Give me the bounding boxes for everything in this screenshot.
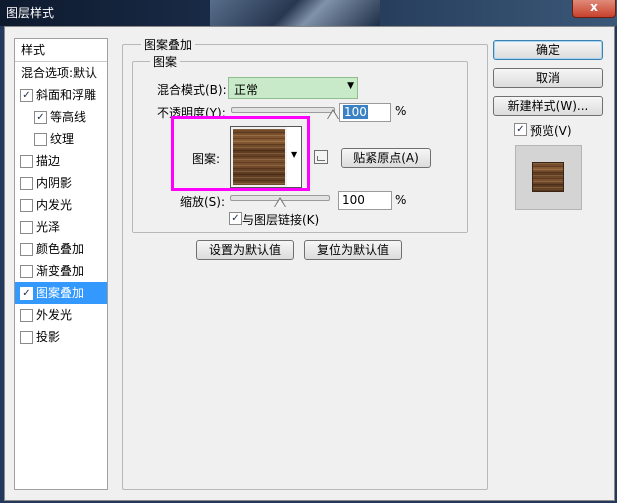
style-checkbox[interactable] — [20, 177, 33, 190]
snap-to-origin-button[interactable]: 贴紧原点(A) — [341, 148, 431, 168]
style-checkbox[interactable]: ✓ — [20, 287, 33, 300]
styles-list: 样式 混合选项:默认 ✓ 斜面和浮雕 ✓ 等高线纹理描边内阴影内发光光泽颜色叠加渐变叠加… — [14, 38, 108, 490]
checkmark-icon: ✓ — [22, 90, 31, 101]
pattern-overlay-group-title: 图案叠加 — [141, 36, 196, 53]
preview-label: 预览(V) — [530, 124, 572, 138]
checkmark-icon: ✓ — [22, 288, 31, 299]
style-checkbox[interactable] — [20, 243, 33, 256]
scale-slider-thumb[interactable] — [274, 197, 286, 207]
style-label: 渐变叠加 — [36, 264, 85, 278]
link-with-layer-label: 与图层链接(K) — [242, 213, 320, 227]
list-item[interactable]: 渐变叠加 — [15, 260, 107, 282]
style-label: 图案叠加 — [36, 286, 85, 300]
style-label: 颜色叠加 — [36, 242, 85, 256]
new-style-button[interactable]: 新建样式(W)... — [493, 96, 603, 116]
style-checkbox[interactable]: ✓ — [20, 89, 33, 102]
pattern-highlight-outline — [171, 116, 310, 191]
link-with-layer-checkbox[interactable]: ✓ — [229, 212, 242, 225]
list-item[interactable]: 投影 — [15, 326, 107, 348]
style-label: 内发光 — [36, 198, 73, 212]
scale-label: 缩放(S): — [180, 195, 226, 209]
style-checkbox[interactable]: ✓ — [34, 111, 47, 124]
checkmark-icon: ✓ — [516, 124, 525, 135]
blend-mode-label: 混合模式(B): — [157, 83, 227, 97]
style-label: 纹理 — [50, 132, 75, 146]
list-item[interactable]: 内阴影 — [15, 172, 107, 194]
styles-list-header[interactable]: 样式 — [15, 39, 107, 61]
preview-checkbox[interactable]: ✓ — [514, 123, 527, 136]
window-title: 图层样式 — [6, 6, 55, 20]
title-bar: 图层样式 x — [0, 0, 617, 26]
style-label: 外发光 — [36, 308, 73, 322]
list-item[interactable]: 描边 — [15, 150, 107, 172]
style-checkbox[interactable] — [20, 199, 33, 212]
style-label: 等高线 — [50, 110, 87, 124]
opacity-slider[interactable] — [231, 107, 335, 113]
list-item[interactable]: 外发光 — [15, 304, 107, 326]
style-checkbox[interactable] — [20, 265, 33, 278]
style-checkbox[interactable] — [20, 155, 33, 168]
close-icon: x — [590, 0, 598, 14]
style-label: 内阴影 — [36, 176, 73, 190]
list-item[interactable]: 混合选项:默认 — [15, 62, 107, 84]
background-image-strip — [210, 0, 380, 26]
style-label: 描边 — [36, 154, 61, 168]
opacity-input[interactable]: 100 — [339, 103, 391, 122]
close-button[interactable]: x — [572, 0, 616, 18]
checkmark-icon: ✓ — [36, 112, 45, 123]
scale-input[interactable]: 100 — [338, 191, 392, 210]
blend-mode-select[interactable]: 正常 ▼ — [228, 77, 358, 99]
list-item[interactable]: 内发光 — [15, 194, 107, 216]
opacity-slider-thumb[interactable] — [327, 109, 339, 119]
checkmark-icon: ✓ — [231, 213, 240, 224]
scale-value: 100 — [342, 193, 365, 207]
style-checkbox[interactable] — [20, 309, 33, 322]
list-item[interactable]: 颜色叠加 — [15, 238, 107, 260]
list-item[interactable]: ✓ 斜面和浮雕 — [15, 84, 107, 106]
new-preset-icon[interactable] — [314, 150, 328, 164]
scale-unit: % — [395, 193, 407, 207]
chevron-down-icon: ▼ — [347, 81, 354, 91]
style-preview-thumbnail — [532, 162, 564, 192]
style-label: 斜面和浮雕 — [36, 88, 97, 102]
style-checkbox[interactable] — [34, 133, 47, 146]
make-default-button[interactable]: 设置为默认值 — [196, 240, 294, 260]
style-label: 混合选项:默认 — [21, 66, 98, 80]
style-preview — [515, 145, 582, 210]
pattern-subgroup-title: 图案 — [150, 53, 181, 70]
style-checkbox[interactable] — [20, 331, 33, 344]
style-label: 投影 — [36, 330, 61, 344]
reset-default-button[interactable]: 复位为默认值 — [304, 240, 402, 260]
list-item[interactable]: ✓ 图案叠加 — [15, 282, 107, 304]
list-item[interactable]: ✓ 等高线 — [15, 106, 107, 128]
list-item[interactable]: 纹理 — [15, 128, 107, 150]
cancel-button[interactable]: 取消 — [493, 68, 603, 88]
style-label: 光泽 — [36, 220, 61, 234]
ok-button[interactable]: 确定 — [493, 40, 603, 60]
list-item[interactable]: 光泽 — [15, 216, 107, 238]
opacity-value: 100 — [343, 105, 368, 119]
style-checkbox[interactable] — [20, 221, 33, 234]
opacity-unit: % — [395, 104, 407, 118]
blend-mode-value: 正常 — [234, 83, 259, 97]
